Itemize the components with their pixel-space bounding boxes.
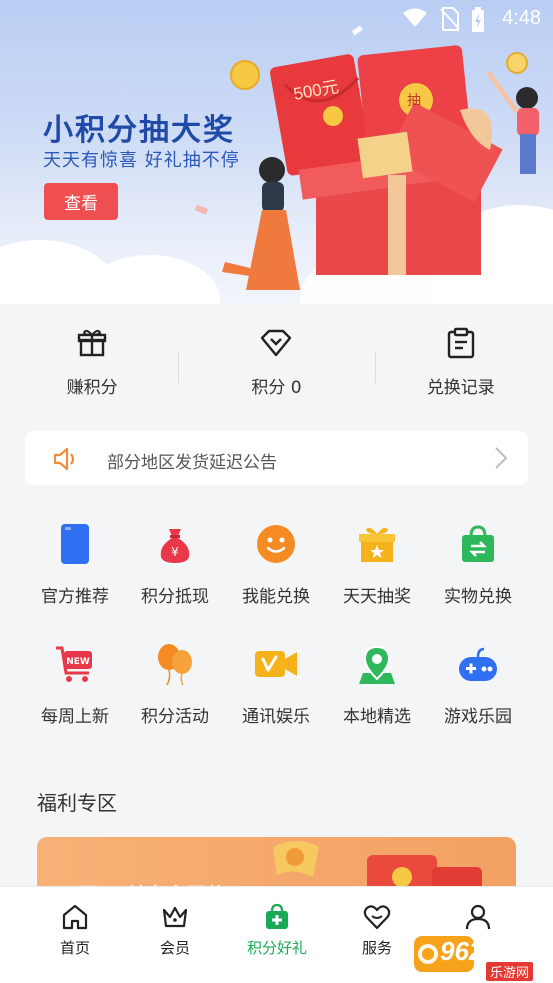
nav-home-label: 首页: [59, 939, 90, 957]
grid-item-label: 通讯娱乐: [242, 707, 310, 727]
watermark-logo: 962 .NET 乐游网: [414, 930, 550, 981]
notice-bar[interactable]: 部分地区发货延迟公告: [25, 431, 528, 485]
home-icon: [62, 904, 88, 930]
svg-text:¥: ¥: [171, 545, 179, 559]
phone-icon: [61, 524, 89, 564]
notice-text: 部分地区发货延迟公告: [107, 453, 277, 473]
status-bar: 4:48: [0, 0, 553, 40]
grid-item-label: 我能兑换: [242, 587, 310, 607]
grid-item-label: 每周上新: [41, 707, 109, 727]
chevron-right-icon: [495, 447, 508, 469]
crown-icon: [162, 906, 188, 928]
nav-member[interactable]: 会员: [120, 887, 230, 983]
clipboard-icon: [447, 327, 475, 359]
gift-icon: [77, 329, 107, 357]
divider: [375, 351, 376, 383]
welfare-section-title: 福利专区: [37, 791, 117, 815]
watermark-name: 乐游网: [486, 962, 534, 981]
grid-item-weekly-new[interactable]: NEW 每周上新: [25, 640, 125, 750]
grid-item-label: 本地精选: [343, 707, 411, 727]
diamond-icon: [261, 329, 292, 357]
category-grid: 官方推荐 ¥ 积分抵现 我能兑换 天天抽奖 实物兑换 NEW 每周上新 积分活动…: [25, 520, 528, 760]
watermark-number: 962: [440, 936, 484, 966]
grid-item-physical[interactable]: 实物兑换: [428, 520, 528, 630]
grid-item-game[interactable]: 游戏乐园: [428, 640, 528, 750]
grid-item-label: 游戏乐园: [444, 707, 512, 727]
grid-item-activity[interactable]: 积分活动: [125, 640, 225, 750]
grid-item-label: 官方推荐: [41, 587, 109, 607]
grid-item-label: 积分抵现: [141, 587, 209, 607]
divider: [178, 351, 179, 383]
nav-points-gifts-label: 积分好礼: [246, 939, 307, 957]
video-icon: [255, 651, 297, 677]
watermark-suffix: .NET: [490, 938, 536, 960]
banner-subtitle: 天天有惊喜 好礼抽不停: [43, 150, 240, 171]
exchange-records-label: 兑换记录: [426, 378, 495, 398]
earn-points-label: 赚积分: [66, 378, 118, 398]
location-pin-icon: [359, 645, 395, 684]
gift-box-icon: [359, 527, 395, 562]
grid-item-local[interactable]: 本地精选: [327, 640, 427, 750]
grid-item-redeemable[interactable]: 我能兑换: [226, 520, 326, 630]
points-quick-row: 赚积分 积分 0 兑换记录: [0, 304, 553, 422]
grid-item-daily-draw[interactable]: 天天抽奖: [327, 520, 427, 630]
new-badge-text: NEW: [66, 657, 90, 667]
grid-item-label: 积分活动: [141, 707, 209, 727]
balloons-icon: [158, 644, 192, 686]
banner-view-button[interactable]: 查看: [44, 183, 118, 220]
heart-icon: [363, 905, 391, 930]
smile-icon: [257, 525, 295, 563]
shopping-bag-icon: [462, 525, 494, 562]
points-balance-label: 积分 0: [251, 378, 302, 398]
exchange-records-button[interactable]: 兑换记录: [369, 304, 553, 422]
hero-banner[interactable]: 500元 抽 4:48 小积分抽大奖 天天有惊喜 好礼抽不停 查看: [0, 0, 553, 304]
money-bag-icon: ¥: [160, 529, 190, 563]
points-balance-button[interactable]: 积分 0: [184, 304, 368, 422]
user-icon: [465, 904, 491, 930]
envelope-char: 抽: [407, 93, 421, 109]
nav-member-label: 会员: [159, 939, 190, 957]
grid-item-cash[interactable]: ¥ 积分抵现: [125, 520, 225, 630]
battery-charging-icon: [472, 7, 484, 32]
nav-points-gifts[interactable]: 积分好礼: [222, 887, 332, 983]
gamepad-icon: [459, 647, 497, 681]
no-sim-icon: [440, 7, 460, 31]
nav-service-label: 服务: [361, 939, 392, 957]
grid-item-official[interactable]: 官方推荐: [25, 520, 125, 630]
speaker-icon: [53, 447, 75, 471]
grid-item-label: 天天抽奖: [343, 587, 411, 607]
new-cart-icon: NEW: [56, 646, 92, 682]
status-time: 4:48: [502, 7, 541, 29]
grid-item-label: 实物兑换: [444, 587, 512, 607]
wifi-icon: [403, 8, 427, 27]
gift-bag-icon: [266, 903, 288, 929]
banner-title: 小积分抽大奖: [43, 113, 235, 148]
earn-points-button[interactable]: 赚积分: [0, 304, 184, 422]
nav-home[interactable]: 首页: [20, 887, 130, 983]
grid-item-comm-ent[interactable]: 通讯娱乐: [226, 640, 326, 750]
